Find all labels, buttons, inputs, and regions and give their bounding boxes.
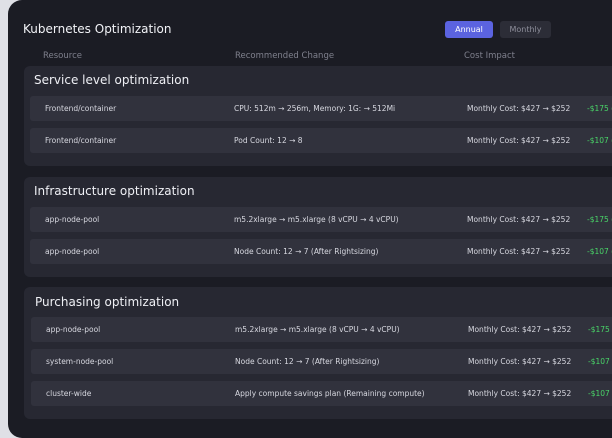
cost-cell: Monthly Cost: $427 → $252 <box>468 325 572 334</box>
impact-cell: -$107 ( <box>588 357 612 366</box>
impact-cell: -$107 ( <box>588 389 612 398</box>
change-cell: Node Count: 12 → 7 (After Rightsizing) <box>235 357 380 366</box>
impact-cell: -$107 ( <box>587 136 612 145</box>
resource-cell: cluster-wide <box>46 389 92 398</box>
cost-cell: Monthly Cost: $427 → $252 <box>467 247 571 256</box>
resource-cell: app-node-pool <box>45 247 100 256</box>
change-cell: m5.2xlarge → m5.xlarge (8 vCPU → 4 vCPU) <box>234 215 399 224</box>
change-cell: Node Count: 12 → 7 (After Rightsizing) <box>234 247 379 256</box>
cost-cell: Monthly Cost: $427 → $252 <box>467 104 571 113</box>
cost-cell: Monthly Cost: $427 → $252 <box>468 357 572 366</box>
section-purchasing: Purchasing optimization app-node-pool m5… <box>24 287 612 419</box>
table-row[interactable]: cluster-wide Apply compute savings plan … <box>31 381 612 406</box>
section-title: Infrastructure optimization <box>34 184 195 198</box>
table-row[interactable]: Frontend/container Pod Count: 12 → 8 Mon… <box>30 128 612 153</box>
section-title: Service level optimization <box>34 73 190 87</box>
resource-cell: app-node-pool <box>46 325 101 334</box>
column-header-change: Recommended Change <box>235 51 335 61</box>
monthly-toggle[interactable]: Monthly <box>500 21 551 38</box>
resource-cell: Frontend/container <box>45 104 117 113</box>
annual-toggle[interactable]: Annual <box>445 21 493 38</box>
change-cell: Apply compute savings plan (Remaining co… <box>235 389 425 398</box>
column-header-cost: Cost Impact <box>464 51 515 61</box>
change-cell: Pod Count: 12 → 8 <box>234 136 303 145</box>
resource-cell: app-node-pool <box>45 215 100 224</box>
cost-cell: Monthly Cost: $427 → $252 <box>467 215 571 224</box>
optimization-panel: Kubernetes Optimization Annual Monthly R… <box>8 0 612 438</box>
impact-cell: -$175 ( <box>587 215 612 224</box>
section-infrastructure: Infrastructure optimization app-node-poo… <box>24 177 612 277</box>
impact-cell: -$175 ( <box>587 104 612 113</box>
cost-cell: Monthly Cost: $427 → $252 <box>467 136 571 145</box>
impact-cell: -$107 ( <box>587 247 612 256</box>
resource-cell: Frontend/container <box>45 136 117 145</box>
table-row[interactable]: app-node-pool m5.2xlarge → m5.xlarge (8 … <box>30 207 612 232</box>
section-service-level: Service level optimization Frontend/cont… <box>24 66 612 166</box>
table-row[interactable]: app-node-pool m5.2xlarge → m5.xlarge (8 … <box>31 317 612 342</box>
table-row[interactable]: app-node-pool Node Count: 12 → 7 (After … <box>30 239 612 264</box>
table-row[interactable]: Frontend/container CPU: 512m → 256m, Mem… <box>30 96 612 121</box>
cost-cell: Monthly Cost: $427 → $252 <box>468 389 572 398</box>
change-cell: m5.2xlarge → m5.xlarge (8 vCPU → 4 vCPU) <box>235 325 400 334</box>
column-header-resource: Resource <box>43 51 82 61</box>
resource-cell: system-node-pool <box>46 357 114 366</box>
section-title: Purchasing optimization <box>35 295 180 309</box>
page-title: Kubernetes Optimization <box>23 22 172 36</box>
impact-cell: -$175 ( <box>588 325 612 334</box>
table-row[interactable]: system-node-pool Node Count: 12 → 7 (Aft… <box>31 349 612 374</box>
change-cell: CPU: 512m → 256m, Memory: 1G: → 512Mi <box>234 104 396 113</box>
